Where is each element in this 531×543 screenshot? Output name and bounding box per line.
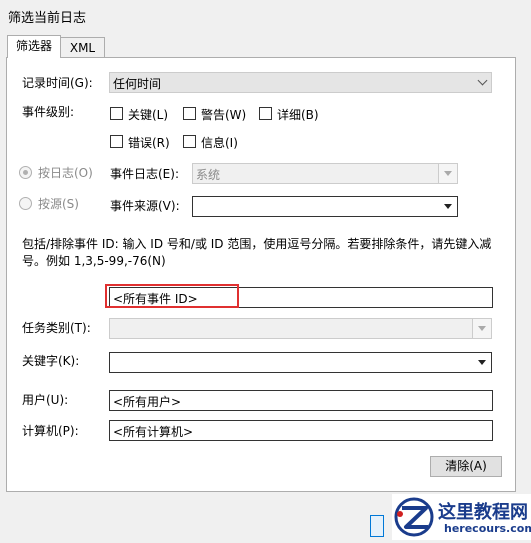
watermark: 这里教程网 herecours.com [392, 494, 531, 540]
event-level-label: 事件级别: [22, 105, 75, 119]
logged-select[interactable]: 任何时间 [109, 72, 492, 93]
dropdown-arrow-icon [472, 319, 491, 338]
event-source-label: 事件来源(V): [110, 199, 180, 213]
tab-xml[interactable]: XML [60, 37, 105, 58]
critical-checkbox[interactable] [110, 107, 123, 120]
verbose-checkbox[interactable] [259, 107, 272, 120]
highlight-box [105, 284, 239, 308]
event-log-value: 系统 [196, 168, 221, 182]
partial-button[interactable] [370, 515, 384, 537]
information-label: 信息(I) [201, 136, 238, 150]
dropdown-arrow-icon [473, 353, 491, 372]
keywords-label: 关键字(K): [22, 354, 80, 368]
information-checkbox[interactable] [183, 135, 196, 148]
watermark-url-text: herecours.com [444, 522, 531, 535]
chevron-down-icon [473, 73, 491, 92]
dropdown-arrow-icon [439, 197, 457, 216]
dialog-title: 筛选当前日志 [8, 11, 87, 26]
user-label: 用户(U): [22, 393, 69, 407]
error-checkbox[interactable] [110, 135, 123, 148]
logged-label: 记录时间(G): [22, 76, 93, 90]
by-source-radio[interactable] [19, 197, 32, 210]
user-value: <所有用户> [113, 395, 182, 409]
event-source-select[interactable] [192, 196, 458, 217]
watermark-cn-text: 这里教程网 [438, 502, 528, 523]
event-log-label: 事件日志(E): [110, 167, 179, 181]
by-log-label: 按日志(O) [38, 166, 93, 180]
dropdown-arrow-icon [438, 164, 457, 183]
event-id-description: 包括/排除事件 ID: 输入 ID 号和/或 ID 范围，使用逗号分隔。若要排除… [22, 237, 492, 268]
warning-label: 警告(W) [201, 108, 247, 122]
clear-button[interactable]: 清除(A) [430, 456, 502, 477]
by-log-radio[interactable] [19, 166, 32, 179]
logged-value: 任何时间 [113, 77, 162, 91]
computer-value: <所有计算机> [113, 425, 194, 439]
verbose-label: 详细(B) [277, 108, 319, 122]
computer-input[interactable]: <所有计算机> [109, 420, 493, 441]
event-log-select[interactable]: 系统 [192, 163, 458, 184]
error-label: 错误(R) [128, 136, 170, 150]
keywords-select[interactable] [109, 352, 492, 373]
computer-label: 计算机(P): [22, 424, 79, 438]
warning-checkbox[interactable] [183, 107, 196, 120]
task-category-label: 任务类别(T): [22, 321, 91, 335]
task-category-select[interactable] [109, 318, 492, 339]
by-source-label: 按源(S) [38, 197, 79, 211]
tab-filter[interactable]: 筛选器 [7, 35, 61, 58]
critical-label: 关键(L) [128, 108, 169, 122]
user-input[interactable]: <所有用户> [109, 390, 493, 411]
